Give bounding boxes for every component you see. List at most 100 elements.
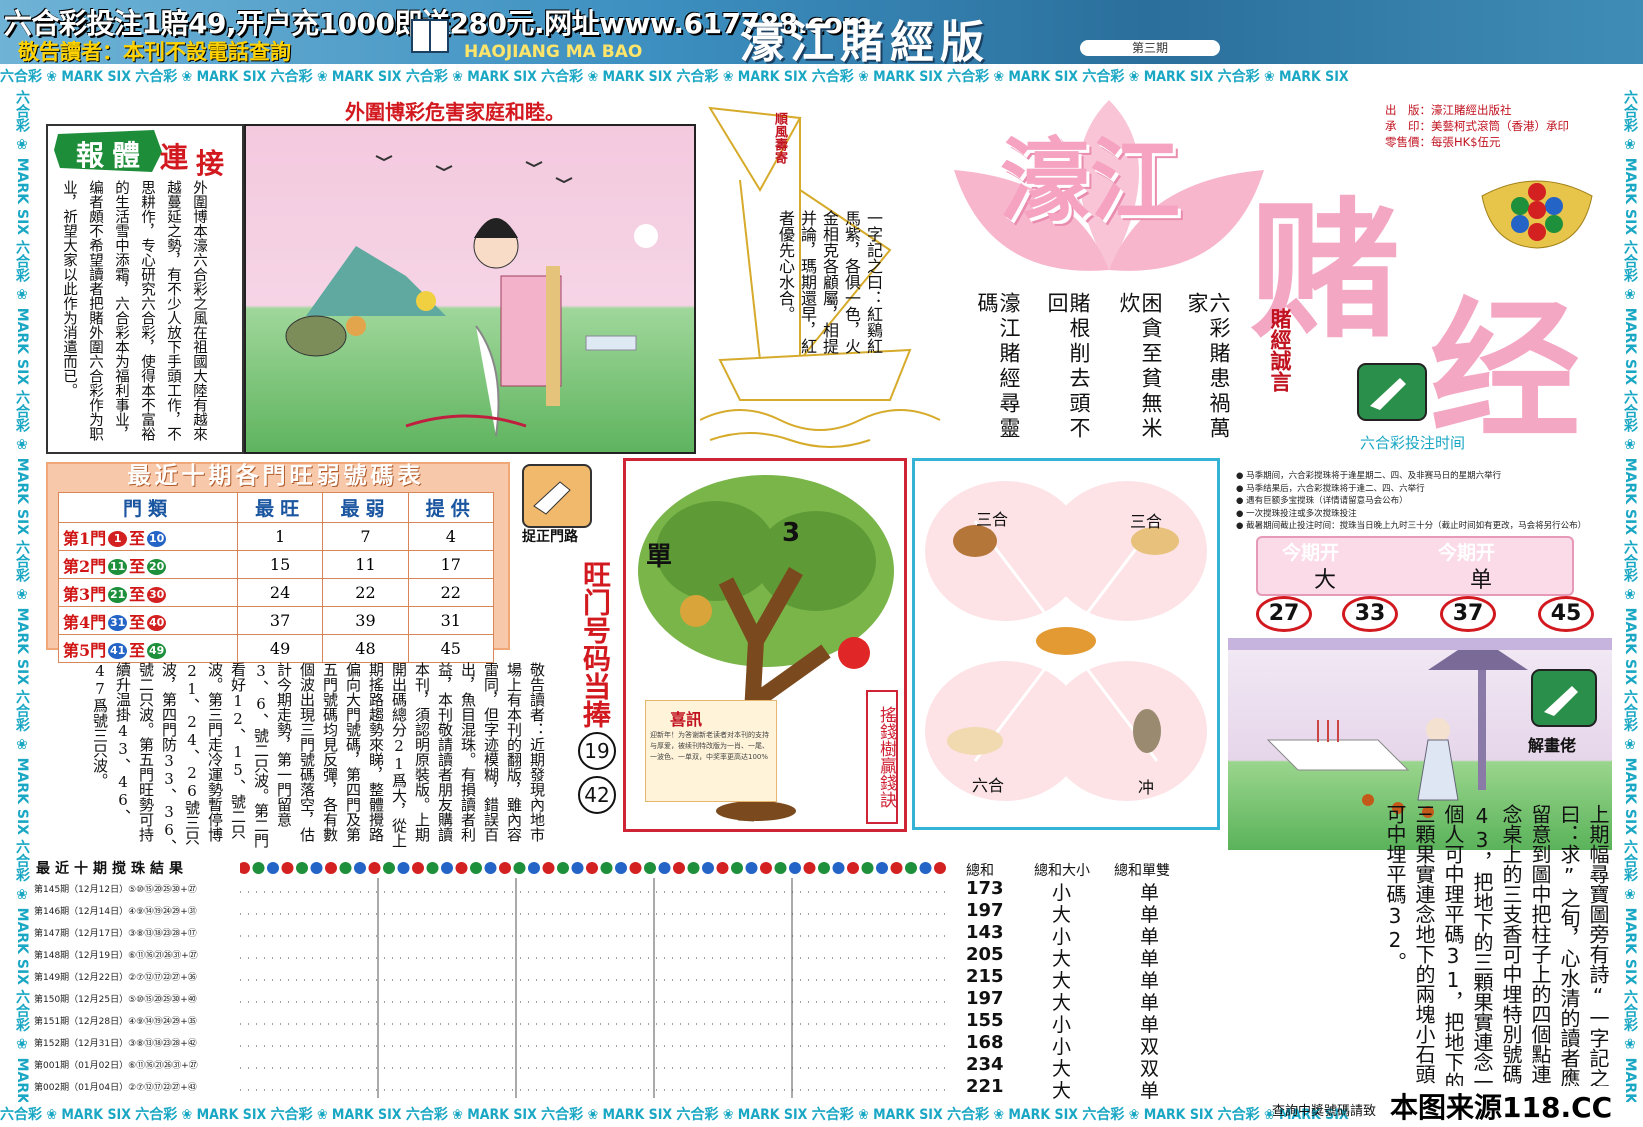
header-ball	[876, 862, 888, 874]
hand-pointer-icon	[1531, 669, 1597, 727]
info-line: ● 马季期间，六合彩搅珠将于逢星期二、四、及非赛马日的星期六举行	[1236, 471, 1502, 481]
center-poem-line-2: 困貪至貧無米炊	[1117, 292, 1163, 442]
header-ball	[513, 862, 526, 874]
boat-poem: 一字記之曰：紅鷄紅馬紫，各俱一色，火金相克各顧屬，相提并論，瑪期還早，紅者優先心…	[776, 210, 883, 354]
header-ball	[281, 862, 294, 874]
this-issue-label-2: 今期开	[1438, 542, 1496, 564]
header-ball	[339, 862, 352, 874]
door-label: 第5門	[63, 640, 107, 660]
hot-cell: 15	[236, 550, 324, 579]
hot-number-2: 42	[578, 776, 616, 814]
logo-english: HAOJIANG MA BAO	[464, 42, 643, 62]
result-sum: 197	[966, 900, 1004, 921]
ball-to: 40	[147, 615, 167, 631]
table-row: 第3門 21 至 30 24 22 22	[58, 578, 495, 607]
result-size: 大	[1052, 1080, 1072, 1102]
result-sum: 168	[966, 1032, 1004, 1053]
price-line: 零售價：每張HK$伍元	[1385, 135, 1501, 149]
header-door: 門類	[58, 492, 238, 523]
header-ball	[745, 862, 758, 874]
header-ball	[629, 862, 642, 874]
issue-number: 第三期	[1080, 40, 1220, 56]
betting-time-title: 六合彩投注时间	[1360, 434, 1466, 452]
good-news-title: 喜訊	[670, 710, 703, 729]
result-row-label: 第148期（12月19日）⑥⑪⑯㉑㉖㉛+㉗	[34, 951, 198, 961]
header-ball	[252, 862, 265, 874]
weak-cell: 48	[322, 634, 409, 663]
weak-cell: 11	[322, 550, 409, 579]
tree-dan-label: 單	[646, 542, 673, 572]
table-row: 第5門 41 至 49 49 48 45	[58, 634, 495, 663]
offer-cell: 22	[407, 578, 495, 607]
book-logo-icon	[411, 19, 449, 53]
left-mark-six-strip: 六合彩 ❀ MARK SIX 六合彩 ❀ MARK SIX 六合彩 ❀ MARK…	[6, 90, 32, 1102]
hint-label: 捉正門路	[522, 529, 578, 545]
header-ball	[542, 862, 555, 874]
header-ball	[354, 862, 366, 874]
result-sum: 155	[966, 1010, 1004, 1031]
slogan: 外圍博彩危害家庭和睦。	[345, 100, 565, 124]
result-sum: 221	[966, 1076, 1004, 1097]
header-ball	[716, 862, 729, 874]
header-ball	[412, 862, 424, 874]
door-cell: 第1門 1 至 10	[58, 522, 238, 551]
lady-with-tortoise-illustration	[244, 124, 696, 454]
header-ball	[615, 862, 627, 874]
result-row-label: 第150期（12月25日）⑤⑩⑮⑳㉕㉚+㊵	[34, 995, 197, 1005]
info-line: ● 截暑期间截止投注时间：搅珠当日晚上九时三十分（截止时间如有更改，马会将另行公…	[1236, 521, 1587, 531]
explainer-label: 解畫佬	[1528, 736, 1577, 755]
result-row-label: 第145期（12月12日）⑤⑩⑮⑳㉕㉚+㉗	[34, 885, 197, 895]
header-ball	[310, 862, 323, 874]
header-ball	[905, 862, 917, 874]
table-row: 第1門 1 至 10 1 7 4	[58, 522, 495, 551]
right-mark-six-strip: 六合彩 ❀ MARK SIX 六合彩 ❀ MARK SIX 六合彩 ❀ MARK…	[1614, 90, 1640, 1102]
pointing-hand-icon	[1357, 363, 1427, 421]
article-text: 外圍博本濠六合彩之風在祖國大陸有越來越蔓延之勢，有不少人放下手頭工作，不思耕作，…	[61, 180, 207, 441]
header-ball	[484, 862, 497, 874]
header-ball	[267, 862, 279, 874]
header-ball	[644, 862, 656, 874]
header-ball	[890, 862, 903, 874]
table-header-row: 門類 最旺 最弱 提供	[58, 492, 495, 523]
ball-from: 31	[108, 615, 128, 631]
header-ball	[832, 862, 845, 874]
door-cell: 第2門 11 至 20	[58, 550, 238, 579]
zodiac-chong: 冲	[1138, 778, 1155, 797]
center-poem-line-4: 濠江賭經尋靈碼	[975, 292, 1021, 442]
weak-cell: 39	[322, 606, 409, 635]
header-ball	[600, 862, 613, 874]
header-ball	[774, 862, 787, 874]
ball-to: 49	[147, 643, 167, 659]
good-news-text: 迎新年！为答谢新老读者对本刊的支持与厚爱，被续刊特改版为一肖、一尾、一波色、一单…	[650, 731, 769, 761]
center-poem-line-1: 六彩賭患禍萬家	[1185, 292, 1231, 442]
door-label: 第2門	[63, 556, 107, 576]
header-ball	[426, 862, 439, 874]
ball-to: 20	[147, 559, 167, 575]
ball-to: 10	[147, 531, 167, 547]
result-row-label: 第149期（12月22日）②⑦⑫⑰㉒㉗+㊱	[34, 973, 197, 983]
hot-cell: 37	[236, 606, 324, 635]
zodiac-sanhe-2: 三合	[1130, 512, 1163, 531]
top-mark-six-strip: 六合彩 ❀ MARK SIX 六合彩 ❀ MARK SIX 六合彩 ❀ MARK…	[0, 66, 1643, 88]
header-ball	[499, 862, 511, 874]
header-ball	[368, 862, 381, 874]
door-cell: 第4門 31 至 40	[58, 606, 238, 635]
door-label: 第3門	[63, 584, 107, 604]
header-ball	[441, 862, 453, 874]
door-cell: 第3門 21 至 30	[58, 578, 238, 607]
zodiac-clover-icon	[925, 481, 1207, 801]
info-line: ● 遇有巨额多宝搅珠（详情请留意马会公布）	[1236, 496, 1408, 506]
title-char-4: 接	[196, 147, 225, 180]
hot-door-label: 旺门号码当捧	[579, 560, 612, 728]
result-row-label: 第001期（01月02日）⑥⑪⑯㉑㉖㉛+㉗	[34, 1061, 198, 1071]
hand-hint-icon	[522, 464, 592, 528]
publisher-info: 出 版：濠江賭經出版社 承 印：美藝柯式滾筒（香港）承印 零售價：每張HK$伍元	[1385, 102, 1569, 150]
result-odd: 单	[1140, 1080, 1160, 1102]
door-cell: 第5門 41 至 49	[58, 634, 238, 663]
header-ball	[760, 862, 772, 874]
header-hot: 最旺	[236, 492, 324, 523]
betting-time-lines: ● 马季期间，六合彩搅珠将于逢星期二、四、及非赛马日的星期六举行 ● 马季结果后…	[1236, 470, 1586, 533]
this-issue-label-1: 今期开	[1282, 542, 1340, 564]
result-sum: 234	[966, 1054, 1004, 1075]
reader-notice-article: 敬告讀者：近期發現內地市場上有本刊的翻版，雖內容雷同，但字迹模糊，錯誤百出，魚目…	[91, 662, 546, 854]
